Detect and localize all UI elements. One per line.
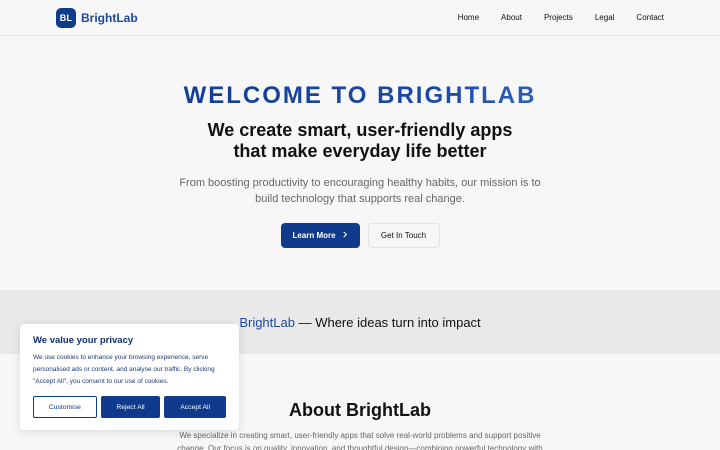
cookie-text: We use cookies to enhance your browsing … [33, 354, 215, 385]
nav-legal[interactable]: Legal [595, 13, 615, 22]
cookie-title: We value your privacy [33, 335, 134, 346]
hero-title: WELCOME TO BRIGHTLAB [0, 83, 720, 109]
brand-name: BrightLab [81, 10, 138, 25]
cookie-actions: Customise Reject All Accept All [33, 396, 226, 418]
customise-button[interactable]: Customise [33, 396, 97, 418]
nav-contact[interactable]: Contact [636, 13, 664, 22]
logo-badge: BL [56, 7, 76, 28]
reject-all-button[interactable]: Reject All [100, 396, 161, 418]
hero-subtitle-line2: that make everyday life better [233, 141, 487, 161]
hero-description: From boosting productivity to encouragin… [179, 177, 541, 205]
hero-section: WELCOME TO BRIGHTLAB We create smart, us… [0, 36, 720, 248]
nav-about[interactable]: About [501, 13, 522, 22]
learn-more-button[interactable]: Learn More [280, 223, 360, 248]
main-nav: Home About Projects Legal Contact [436, 13, 664, 22]
tagline-brand: BrightLab [239, 314, 295, 330]
chevron-right-icon [342, 231, 348, 240]
site-header: BL BrightLab Home About Projects Legal C… [0, 0, 720, 36]
tagline-text: — Where ideas turn into impact [294, 314, 481, 330]
hero-actions: Learn More Get In Touch [0, 223, 720, 248]
cookie-consent-banner: We value your privacy We use cookies to … [20, 324, 239, 430]
brand-logo[interactable]: BL BrightLab [56, 7, 138, 28]
hero-subtitle-line1: We create smart, user-friendly apps [207, 120, 513, 140]
nav-home[interactable]: Home [458, 13, 479, 22]
hero-subtitle: We create smart, user-friendly apps that… [0, 120, 720, 162]
learn-more-label: Learn More [292, 231, 336, 240]
tagline: BrightLab — Where ideas turn into impact [239, 315, 480, 330]
nav-projects[interactable]: Projects [544, 13, 573, 22]
about-text: We specialize in creating smart, user-fr… [177, 431, 543, 450]
get-in-touch-button[interactable]: Get In Touch [367, 223, 440, 248]
accept-all-button[interactable]: Accept All [164, 396, 226, 418]
